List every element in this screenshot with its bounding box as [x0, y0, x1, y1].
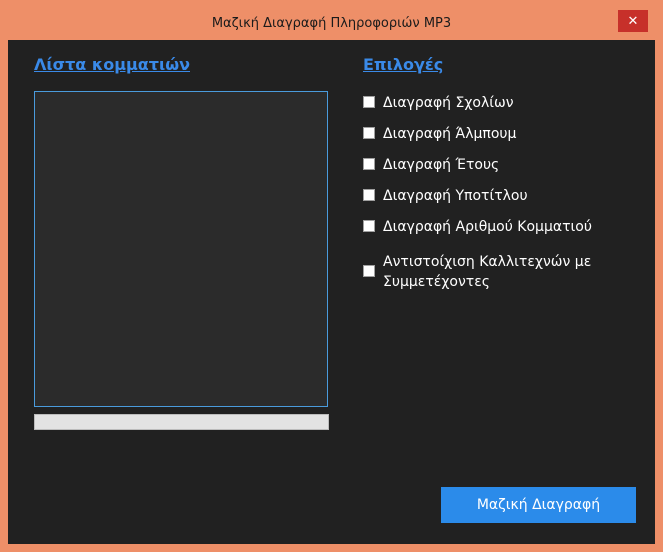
progress-bar	[34, 414, 329, 430]
option-label: Διαγραφή Αριθμού Κομματιού	[383, 219, 592, 235]
track-list[interactable]	[34, 91, 328, 407]
option-delete-album[interactable]: Διαγραφή Άλμπουμ	[363, 124, 516, 144]
close-icon: ✕	[627, 13, 639, 29]
checkbox[interactable]	[363, 265, 375, 277]
checkbox[interactable]	[363, 158, 375, 170]
option-label: Αντιστοίχιση Καλλιτεχνών με Συμμετέχοντε…	[383, 254, 592, 290]
app-window: Μαζική Διαγραφή Πληροφοριών MP3 ✕ Λίστα …	[0, 0, 663, 552]
option-label: Διαγραφή Άλμπουμ	[383, 126, 517, 142]
checkbox[interactable]	[363, 127, 375, 139]
option-label: Διαγραφή Υποτίτλου	[383, 188, 528, 204]
option-label: Διαγραφή Έτους	[383, 157, 500, 173]
client-area: Λίστα κομματιών Επιλογές Διαγραφή Σχολίω…	[8, 40, 655, 544]
checkbox[interactable]	[363, 220, 375, 232]
checkbox[interactable]	[363, 96, 375, 108]
option-label: Διαγραφή Σχολίων	[383, 95, 514, 111]
title-bar[interactable]: Μαζική Διαγραφή Πληροφοριών MP3 ✕	[0, 0, 663, 40]
option-delete-comments[interactable]: Διαγραφή Σχολίων	[363, 93, 514, 113]
option-delete-subtitle[interactable]: Διαγραφή Υποτίτλου	[363, 186, 528, 206]
track-list-heading[interactable]: Λίστα κομματιών	[34, 55, 190, 74]
checkbox[interactable]	[363, 189, 375, 201]
option-map-artists-contributors[interactable]: Αντιστοίχιση Καλλιτεχνών με Συμμετέχοντε…	[363, 252, 633, 292]
option-delete-year[interactable]: Διαγραφή Έτους	[363, 155, 499, 175]
close-button[interactable]: ✕	[618, 10, 648, 32]
window-title: Μαζική Διαγραφή Πληροφοριών MP3	[211, 16, 452, 31]
options-heading[interactable]: Επιλογές	[363, 55, 443, 74]
option-delete-track-number[interactable]: Διαγραφή Αριθμού Κομματιού	[363, 217, 592, 237]
mass-delete-button[interactable]: Μαζική Διαγραφή	[441, 487, 636, 523]
